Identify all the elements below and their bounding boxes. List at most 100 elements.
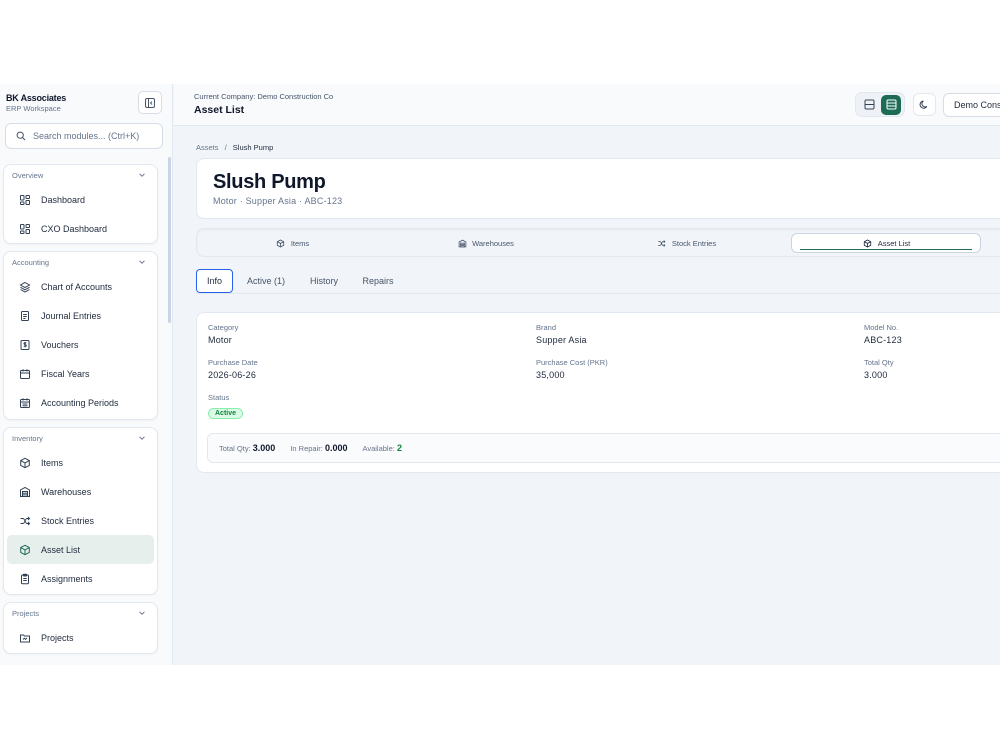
field-total-qty: Total Qty 3.000 bbox=[864, 358, 894, 380]
tab-info[interactable]: Info bbox=[196, 269, 233, 293]
sidebar-item-warehouses[interactable]: Warehouses bbox=[7, 477, 154, 506]
nav-group-title: Accounting bbox=[12, 257, 50, 267]
nav-group-title: Overview bbox=[12, 170, 44, 180]
tab-repairs[interactable]: Repairs bbox=[358, 269, 398, 293]
summary-in-repair: In Repair: 0.000 bbox=[290, 443, 347, 453]
search-placeholder: Search modules... (Ctrl+K) bbox=[33, 131, 140, 141]
sidebar-item-journal-entries[interactable]: Journal Entries bbox=[7, 301, 154, 330]
list-layout-button[interactable] bbox=[881, 94, 901, 115]
list-view-icon bbox=[885, 99, 897, 111]
sidebar-item-label: CXO Dashboard bbox=[41, 223, 108, 234]
brand-name: BK Associates bbox=[6, 93, 67, 103]
nav-group-header[interactable]: Projects bbox=[4, 603, 157, 623]
sidebar-scrollbar[interactable] bbox=[168, 157, 171, 323]
shuffle-icon bbox=[656, 237, 668, 249]
split-layout-button[interactable] bbox=[859, 95, 879, 115]
brand: BK Associates ERP Workspace bbox=[6, 93, 66, 113]
summary-available-label: Available: bbox=[362, 444, 395, 453]
box-icon bbox=[19, 544, 31, 556]
summary-repair-label: In Repair: bbox=[290, 444, 323, 453]
tab-warehouses[interactable]: Warehouses bbox=[387, 233, 583, 253]
summary-available: Available: 2 bbox=[362, 443, 402, 453]
search-input[interactable]: Search modules... (Ctrl+K) bbox=[5, 123, 163, 149]
box-icon bbox=[19, 457, 31, 469]
field-label: Brand bbox=[536, 323, 557, 332]
tab-items[interactable]: Items bbox=[197, 233, 387, 253]
tab-label: Stock Entries bbox=[671, 238, 717, 248]
calendar-icon bbox=[19, 368, 31, 380]
field-brand: Brand Supper Asia bbox=[536, 323, 587, 345]
nav-group-title: Projects bbox=[12, 608, 40, 618]
sidebar-toggle-icon bbox=[144, 97, 156, 109]
theme-toggle-button[interactable] bbox=[913, 93, 936, 116]
brand-subtitle: ERP Workspace bbox=[6, 104, 61, 113]
search-icon bbox=[15, 130, 27, 142]
sidebar-item-items[interactable]: Items bbox=[7, 448, 154, 477]
breadcrumb-current: Slush Pump bbox=[232, 143, 274, 152]
sidebar-item-dashboard[interactable]: Dashboard bbox=[7, 185, 154, 214]
tab-history[interactable]: History bbox=[304, 269, 344, 293]
layout-toggle bbox=[855, 92, 905, 117]
sidebar-item-asset-list[interactable]: Asset List bbox=[7, 535, 154, 564]
sidebar-item-label: Accounting Periods bbox=[41, 397, 119, 408]
nav-group-header[interactable]: Accounting bbox=[4, 252, 157, 272]
status-badge: Active bbox=[208, 408, 244, 419]
field-value: Supper Asia bbox=[536, 335, 587, 345]
tab-label: Items bbox=[290, 238, 310, 248]
sidebar-item-stock-entries[interactable]: Stock Entries bbox=[7, 506, 154, 535]
field-label: Total Qty bbox=[864, 358, 894, 367]
sidebar-item-label: Projects bbox=[41, 632, 74, 643]
nav-group-header[interactable]: Inventory bbox=[4, 428, 157, 448]
company-select[interactable]: Demo Construction Co bbox=[943, 93, 1000, 117]
field-label: Model No. bbox=[864, 323, 899, 332]
field-category: Category Motor bbox=[208, 323, 238, 345]
sidebar-item-assignments[interactable]: Assignments bbox=[7, 564, 154, 593]
calendar-check-icon bbox=[19, 397, 31, 409]
tab-label: Asset List bbox=[877, 238, 911, 248]
sidebar-item-accounting-periods[interactable]: Accounting Periods bbox=[7, 388, 154, 417]
sidebar-item-label: Chart of Accounts bbox=[41, 281, 113, 292]
field-purchase-date: Purchase Date 2026-06-26 bbox=[208, 358, 258, 380]
collapse-sidebar-button[interactable] bbox=[138, 91, 162, 114]
sidebar-item-label: Stock Entries bbox=[41, 515, 95, 526]
warehouse-icon bbox=[19, 486, 31, 498]
current-company-label: Current Company: Demo Construction Co bbox=[194, 92, 334, 101]
field-value: ABC-123 bbox=[864, 335, 902, 345]
document-icon bbox=[19, 310, 31, 322]
clipboard-icon bbox=[19, 573, 31, 585]
nav-group-accounting: Accounting Chart of Accounts Journal Ent… bbox=[3, 251, 158, 420]
summary-total-value: 3.000 bbox=[252, 443, 276, 453]
chevron-down-icon bbox=[136, 432, 148, 444]
field-model-no: Model No. ABC-123 bbox=[864, 323, 902, 345]
breadcrumb: Assets / Slush Pump bbox=[196, 143, 273, 152]
breadcrumb-link-assets[interactable]: Assets bbox=[196, 143, 219, 152]
sidebar: BK Associates ERP Workspace Search modul… bbox=[0, 84, 173, 665]
grid-icon bbox=[19, 223, 31, 235]
breadcrumb-separator: / bbox=[224, 143, 227, 152]
nav-group-overview: Overview Dashboard CXO Dashboard bbox=[3, 164, 158, 244]
field-label: Purchase Date bbox=[208, 358, 258, 367]
nav-group-title: Inventory bbox=[12, 433, 43, 443]
sidebar-item-fiscal-years[interactable]: Fiscal Years bbox=[7, 359, 154, 388]
moon-icon bbox=[919, 99, 931, 111]
sidebar-item-vouchers[interactable]: Vouchers bbox=[7, 330, 154, 359]
asset-title: Slush Pump bbox=[213, 171, 326, 193]
field-value: 2026-06-26 bbox=[208, 370, 257, 380]
chevron-down-icon bbox=[136, 607, 148, 619]
nav-group-inventory: Inventory Items Warehouses Stock Entries… bbox=[3, 427, 158, 595]
sidebar-item-cxo-dashboard[interactable]: CXO Dashboard bbox=[7, 214, 154, 243]
shuffle-icon bbox=[19, 515, 31, 527]
summary-available-value: 2 bbox=[396, 443, 402, 453]
field-value: 35,000 bbox=[536, 370, 565, 380]
tab-stock-entries[interactable]: Stock Entries bbox=[583, 233, 789, 253]
grid-icon bbox=[19, 194, 31, 206]
sidebar-item-projects[interactable]: Projects bbox=[7, 623, 154, 652]
field-label: Category bbox=[208, 323, 239, 332]
tab-active[interactable]: Active (1) bbox=[241, 269, 291, 293]
sidebar-item-chart-of-accounts[interactable]: Chart of Accounts bbox=[7, 272, 154, 301]
nav-group-header[interactable]: Overview bbox=[4, 165, 157, 185]
field-purchase-cost: Purchase Cost (PKR) 35,000 bbox=[536, 358, 608, 380]
layers-icon bbox=[19, 281, 31, 293]
tab-asset-list[interactable]: Asset List bbox=[791, 233, 981, 253]
summary-total: Total Qty: 3.000 bbox=[219, 443, 275, 453]
